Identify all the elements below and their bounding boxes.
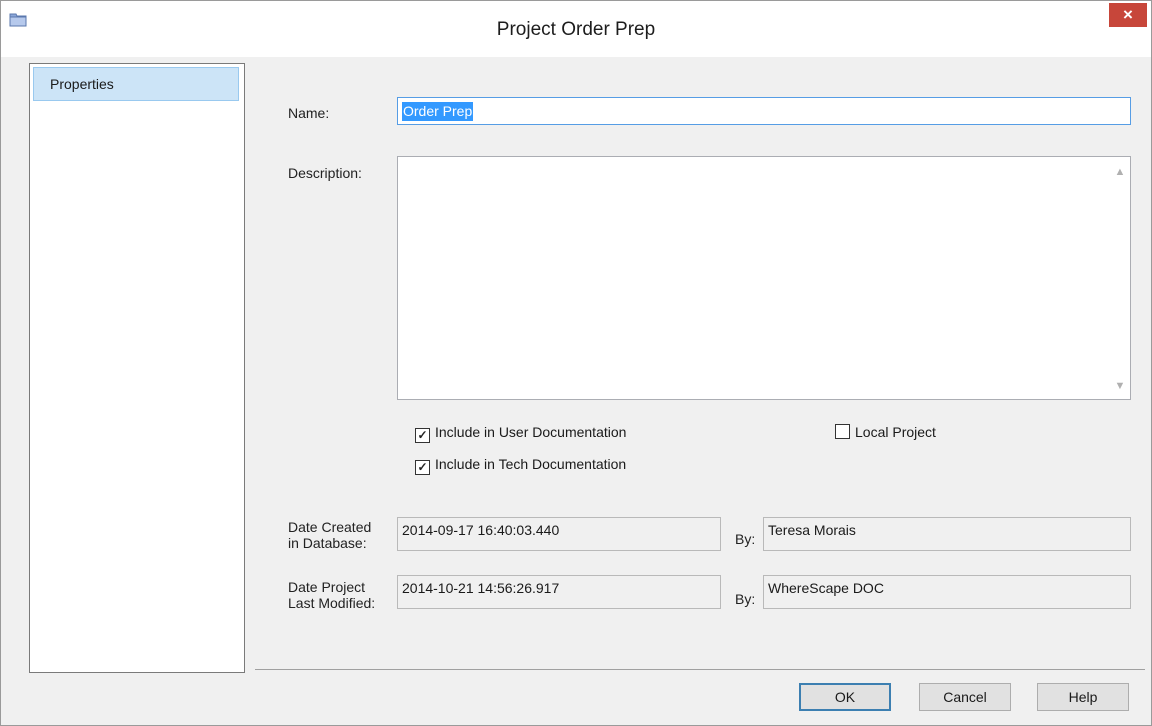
scroll-down-icon[interactable]: ▼	[1113, 379, 1127, 393]
created-by-field: Teresa Morais	[763, 517, 1131, 551]
nav-item-label: Properties	[50, 76, 114, 92]
modified-by-label: By:	[735, 591, 756, 607]
date-modified-field: 2014-10-21 14:56:26.917	[397, 575, 721, 609]
description-textarea[interactable]: ▲ ▼	[397, 156, 1131, 400]
checkbox-unchecked-icon[interactable]	[835, 424, 850, 439]
checkbox-checked-icon[interactable]: ✓	[415, 460, 430, 475]
date-created-label-line1: Date Created	[288, 519, 372, 535]
description-label: Description:	[288, 165, 362, 181]
modified-by-field: WhereScape DOC	[763, 575, 1131, 609]
nav-item-properties[interactable]: Properties	[33, 67, 239, 101]
date-modified-label-line1: Date Project	[288, 579, 366, 595]
close-button[interactable]: ×	[1109, 3, 1147, 27]
date-created-label-line2: in Database:	[288, 535, 367, 551]
scroll-up-icon[interactable]: ▲	[1113, 165, 1127, 179]
cancel-button[interactable]: Cancel	[919, 683, 1011, 711]
include-user-doc-checkbox[interactable]: ✓ Include in User Documentation	[415, 422, 627, 443]
date-created-field: 2014-09-17 16:40:03.440	[397, 517, 721, 551]
date-modified-label: Date Project Last Modified:	[288, 579, 375, 611]
checkbox-checked-icon[interactable]: ✓	[415, 428, 430, 443]
local-project-label: Local Project	[855, 424, 936, 440]
include-tech-doc-checkbox[interactable]: ✓ Include in Tech Documentation	[415, 454, 627, 475]
date-created-label: Date Created in Database:	[288, 519, 371, 551]
date-modified-label-line2: Last Modified:	[288, 595, 376, 611]
title-bar[interactable]: Project Order Prep ×	[1, 1, 1151, 57]
name-input[interactable]: Order Prep	[397, 97, 1131, 125]
name-input-value: Order Prep	[402, 102, 474, 121]
help-button[interactable]: Help	[1037, 683, 1129, 711]
name-label: Name:	[288, 105, 330, 121]
dialog-window: Project Order Prep × Properties Name: Or…	[0, 0, 1152, 726]
footer-separator	[255, 669, 1145, 670]
navigation-panel: Properties	[29, 63, 245, 673]
include-user-doc-label: Include in User Documentation	[435, 424, 627, 440]
dialog-body: Properties Name: Order Prep Description:…	[1, 57, 1151, 725]
include-tech-doc-label: Include in Tech Documentation	[435, 456, 627, 472]
window-title: Project Order Prep	[496, 19, 656, 40]
local-project-checkbox[interactable]: Local Project	[835, 422, 936, 442]
close-icon: ×	[1123, 5, 1133, 24]
created-by-label: By:	[735, 531, 756, 547]
ok-button[interactable]: OK	[799, 683, 891, 711]
